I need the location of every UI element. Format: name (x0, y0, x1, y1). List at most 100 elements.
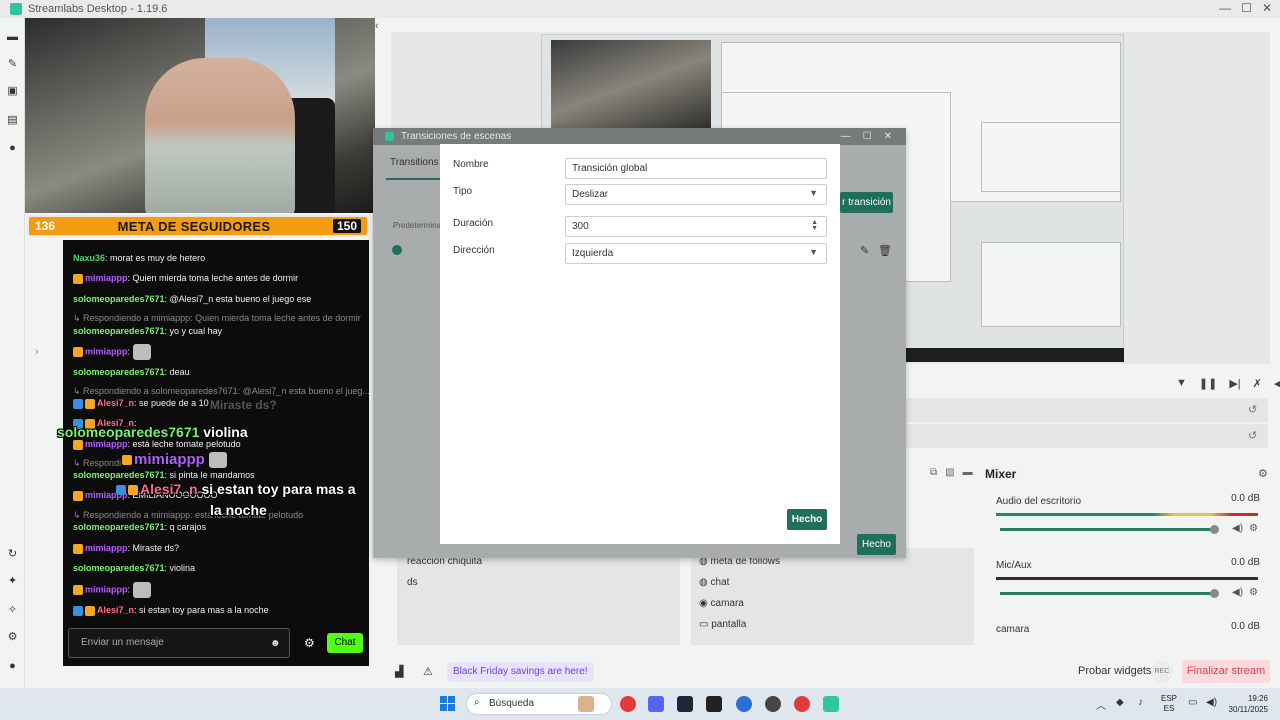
minimize-button[interactable]: — (1219, 1, 1231, 15)
chat-settings-icon[interactable]: ⚙ (304, 636, 315, 650)
windows-taskbar (0, 688, 1280, 720)
fader-knob[interactable] (1210, 525, 1219, 534)
epic-games-icon[interactable] (706, 696, 722, 712)
chat-message: solomeoparedes7671: @Alesi7_n esta bueno… (73, 294, 312, 304)
default-label: Predetermina (393, 221, 442, 230)
skip-icon[interactable]: ▶| (1229, 377, 1240, 390)
edge-icon[interactable] (736, 696, 752, 712)
speaker-icon[interactable]: ◀) (1232, 587, 1243, 598)
editor-icon[interactable]: ▬ (6, 31, 19, 44)
network-icon[interactable]: ▭ (1188, 697, 1197, 708)
add-transition-button[interactable]: r transición (840, 192, 893, 213)
source-item[interactable]: ▭ pantalla (699, 619, 746, 630)
tab-transitions[interactable]: Transitions (390, 157, 439, 168)
discord-icon[interactable] (648, 696, 664, 712)
source-item[interactable]: ◉ camara (699, 598, 744, 609)
preview-webcam (551, 40, 711, 130)
tray-chevron-icon[interactable]: ︿ (1096, 697, 1106, 712)
chat-message: solomeoparedes7671: yo y cual hay (73, 326, 223, 336)
trash-icon[interactable]: 🗑 (878, 244, 892, 257)
stats-icon[interactable]: ▟ (395, 665, 403, 678)
streamlabs-taskbar-icon[interactable] (823, 696, 839, 712)
source-item[interactable]: ◍ chat (699, 577, 729, 588)
channel-settings-icon[interactable]: ⚙ (1249, 587, 1258, 598)
settings-icon[interactable]: ⚙ (6, 631, 19, 644)
studio-mode-icon[interactable]: ↻ (6, 548, 19, 561)
test-widgets-button[interactable]: Probar widgets (1078, 665, 1151, 677)
search-highlight-icon (578, 696, 594, 712)
chat-message: mimiappp: Quien mierda toma leche antes … (73, 273, 298, 284)
direction-label: Dirección (453, 245, 495, 256)
name-input[interactable]: Transición global (565, 158, 827, 179)
end-stream-button[interactable]: Finalizar stream (1182, 660, 1270, 683)
close-button[interactable]: ✕ (884, 128, 892, 145)
scene-item[interactable]: ds (407, 577, 418, 588)
volume-fader[interactable] (1000, 592, 1215, 595)
windows-start-icon[interactable] (440, 696, 455, 711)
globe-icon: ◍ (699, 577, 708, 588)
opera-icon[interactable] (620, 696, 636, 712)
volume-icon[interactable]: ◀) (1206, 697, 1217, 708)
maximize-button[interactable]: ☐ (1241, 1, 1252, 15)
obs-icon[interactable] (765, 696, 781, 712)
repeat-icon[interactable]: ↺ (1248, 429, 1257, 442)
alert-icon[interactable]: ⚠ (423, 665, 433, 678)
direction-select[interactable]: Izquierda ▼ (565, 243, 827, 264)
steam-icon[interactable] (677, 696, 693, 712)
channel-settings-icon[interactable]: ⚙ (1249, 523, 1258, 534)
highlighter-icon[interactable]: ✦ (6, 575, 19, 588)
close-button[interactable]: ✕ (1262, 1, 1272, 15)
promo-banner[interactable]: Black Friday savings are here! (447, 662, 594, 682)
overlay-message-3: Alesi7_n si estan toy para mas a la noche (116, 479, 356, 521)
chat-message-input[interactable]: Enviar un mensaje (68, 628, 290, 658)
channel-name: Mic/Aux (996, 560, 1032, 571)
store-icon[interactable]: ▣ (6, 85, 19, 98)
theme-icon[interactable]: ✎ (6, 58, 19, 71)
dashboard-icon[interactable]: ▤ (6, 114, 19, 127)
event-row (906, 398, 1268, 422)
expand-chevron-icon[interactable]: › (35, 346, 39, 358)
fader-knob[interactable] (1210, 589, 1219, 598)
chat-reply: ↳ Respondiendo a solomeoparedes7671: @Al… (73, 386, 370, 396)
filter-icon[interactable]: ▼ (1176, 377, 1187, 390)
done-button[interactable]: Hecho (787, 509, 827, 530)
chat-message: solomeoparedes7671: violina (73, 563, 196, 573)
microphone-icon[interactable]: ♪ (1138, 697, 1143, 708)
record-icon[interactable]: ● (6, 142, 19, 155)
title-bar: Streamlabs Desktop - 1.19.6 — ☐ ✕ (0, 0, 1280, 18)
sources-toolbar: ⧉ ▧ ▬ (930, 467, 973, 478)
mixer-settings-icon[interactable]: ⚙ (1258, 467, 1268, 480)
apps-icon[interactable]: ✧ (6, 604, 19, 617)
pause-icon[interactable]: ❚❚ (1199, 377, 1217, 390)
add-source-icon[interactable]: ⧉ (930, 467, 937, 478)
crown-badge-icon (73, 347, 83, 357)
profile-icon[interactable]: ● (6, 660, 19, 673)
minimize-button[interactable]: — (841, 128, 851, 145)
group-icon[interactable]: ▧ (945, 467, 954, 478)
volume-icon[interactable]: ◀) (1274, 377, 1280, 390)
crown-badge-icon (73, 490, 83, 501)
edit-icon[interactable]: ✎ (860, 244, 869, 257)
emoji-icon[interactable]: ☻ (270, 638, 281, 649)
duration-input[interactable]: 300 ▲ ▼ (565, 216, 827, 237)
transitions-done-button[interactable]: Hecho (857, 534, 896, 555)
volume-fader[interactable] (1000, 528, 1215, 531)
record-button[interactable]: REC (1151, 661, 1173, 683)
folder-icon[interactable]: ▬ (963, 467, 973, 478)
repeat-icon[interactable]: ↺ (1248, 403, 1257, 416)
chat-reply: ↳ Respondiendo a mimiappp: Quien mierda … (73, 313, 361, 323)
collapse-chevron-icon[interactable]: ‹ (375, 20, 379, 32)
type-select[interactable]: Deslizar ▼ (565, 184, 827, 205)
language-indicator[interactable]: ESP ES (1161, 694, 1177, 714)
clock[interactable]: 19:26 30/11/2025 (1226, 693, 1268, 715)
default-radio[interactable] (392, 245, 402, 255)
maximize-button[interactable]: ☐ (863, 128, 872, 145)
tray-app-icon[interactable]: ◆ (1116, 697, 1124, 708)
mute-alerts-icon[interactable]: ✗ (1253, 377, 1262, 390)
media-player-icon[interactable] (794, 696, 810, 712)
speaker-icon[interactable]: ◀) (1232, 523, 1243, 534)
mixer-channel: Audio del escritorio 0.0 dB ◀) ⚙ (996, 493, 1260, 534)
chat-send-button[interactable]: Chat (327, 633, 363, 653)
chat-reply: ↳ Respondi (73, 458, 122, 468)
crown-badge-icon (85, 398, 95, 409)
